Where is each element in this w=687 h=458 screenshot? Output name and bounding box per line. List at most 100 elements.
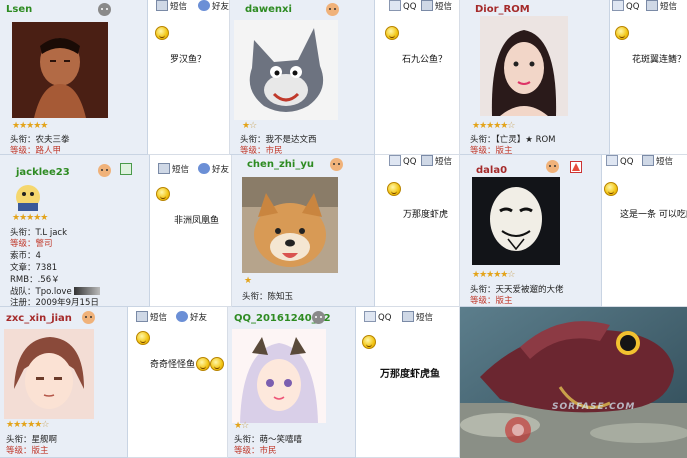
title-label: 头衔： [10, 228, 36, 238]
post-message: 这是一条 可以吃的 [620, 210, 687, 220]
posts-label: 文章： [10, 263, 36, 273]
sms-icon [642, 155, 654, 166]
sms-button[interactable]: 短信 [642, 155, 673, 171]
sms-icon [402, 311, 414, 322]
level-value: 版主 [31, 446, 49, 456]
username[interactable]: dala0 [476, 165, 507, 176]
rank-stars: ★☆ [242, 121, 257, 131]
rank-stars: ★★★★★☆ [472, 270, 515, 280]
smile-icon [615, 26, 629, 40]
team-value[interactable]: Tpo.love [36, 287, 72, 297]
avatar[interactable] [12, 183, 44, 213]
qq-button[interactable]: QQ [389, 155, 416, 171]
title-value: 【亡灵】★ ROM [495, 135, 556, 145]
title-value: 星舰啊 [31, 435, 58, 445]
rank-stars: ★☆ [234, 421, 249, 431]
level-label: 等级： [6, 446, 32, 456]
avatar[interactable] [234, 20, 338, 120]
user-card-dala0: dala0 ★★★★★☆ 头衔：天天爱被遛的大佬 等级：版主 [460, 155, 602, 307]
title-value: 陈知玉 [267, 292, 294, 302]
sms-icon [158, 163, 170, 174]
avatar[interactable] [12, 22, 108, 118]
level-value: 警司 [35, 239, 53, 249]
sms-icon [136, 311, 148, 322]
level-label: 等级： [470, 296, 496, 306]
level-value: 版主 [495, 146, 513, 155]
title-label: 头衔： [234, 435, 260, 445]
gender-icon [80, 310, 97, 325]
coins-label: 索币： [10, 251, 36, 261]
level-value: 路人甲 [35, 146, 62, 155]
post-jacklee23: 短信 好友 非洲凤凰鱼 [150, 155, 232, 307]
smile-icon [156, 187, 170, 201]
username[interactable]: dawenxi [245, 4, 292, 15]
coins-value: 4 [35, 251, 41, 261]
smile-icon [604, 182, 618, 196]
qq-icon [606, 155, 618, 166]
avatar[interactable] [4, 329, 94, 419]
sms-button[interactable]: 短信 [421, 155, 452, 171]
online-icon [120, 163, 132, 175]
avatar[interactable] [232, 329, 326, 423]
title-value: 天天爱被遛的大佬 [495, 285, 564, 295]
qq-icon [389, 0, 401, 11]
post-lsen: 短信 好友 罗汉鱼？ [148, 0, 230, 155]
post-message: 万那度虾虎 [403, 210, 449, 220]
title-value: 萌～笑嘻嘻 [259, 435, 303, 445]
posts-value: 7381 [35, 263, 58, 273]
avatar[interactable] [242, 177, 338, 273]
rank-stars: ★★★★★ [12, 213, 48, 223]
level-label: 等级： [240, 146, 266, 155]
warning-icon [570, 161, 582, 173]
qq-button[interactable]: QQ [612, 0, 639, 16]
sms-button[interactable]: 短信 [646, 0, 677, 16]
fish-photo[interactable]: SORFASE.COM [460, 307, 687, 458]
user-card-chen-zhi-yu: chen_zhi_yu ★ 头衔：陈知玉 [232, 155, 375, 307]
username[interactable]: zxc_xin_jian [6, 313, 72, 324]
user-card-qq-user: QQ_20161240_72 ★☆ 头衔：萌～笑嘻嘻 等级：市民 [228, 307, 356, 458]
smile-icon [387, 182, 401, 196]
smile-icon [136, 331, 150, 345]
gender-icon [544, 159, 561, 174]
level-label: 等级： [234, 446, 260, 456]
rmb-value: .56￥ [37, 275, 60, 285]
team-badge-icon [73, 287, 100, 295]
post-message: 罗汉鱼？ [170, 55, 207, 65]
avatar[interactable] [480, 16, 568, 116]
rank-stars: ★★★★★☆ [6, 420, 49, 430]
friend-button[interactable]: 好友 [198, 0, 229, 16]
post-dawenxi: QQ 短信 石九公鱼？ [375, 0, 460, 155]
avatar[interactable] [472, 177, 560, 265]
post-message: 石九公鱼？ [402, 55, 448, 65]
rmb-label: RMB： [10, 275, 38, 285]
post-zxc-xin-jian: 短信 好友 奇奇怪怪鱼 [128, 307, 228, 458]
username[interactable]: chen_zhi_yu [247, 159, 314, 170]
post-message: 奇奇怪怪鱼 [150, 360, 196, 370]
username[interactable]: jacklee23 [16, 167, 70, 178]
team-label: 战队： [10, 287, 36, 297]
sms-button[interactable]: 短信 [158, 163, 189, 179]
level-value: 市民 [259, 446, 277, 456]
gender-icon [324, 2, 341, 17]
qq-icon [612, 0, 624, 11]
username[interactable]: Dior_ROM [475, 4, 530, 15]
sms-button[interactable]: 短信 [421, 0, 452, 16]
qq-button[interactable]: QQ [364, 311, 391, 327]
sms-button[interactable]: 短信 [156, 0, 187, 16]
title-value: T.L jack [35, 228, 68, 238]
user-card-lsen: Lsen ★★★★★ 头衔：农夫三拳 等级：路人甲 [0, 0, 148, 155]
qq-icon [389, 155, 401, 166]
qq-button[interactable]: QQ [606, 155, 633, 171]
username[interactable]: Lsen [6, 4, 32, 15]
friend-icon [176, 311, 188, 322]
smile-icon [385, 26, 399, 40]
qq-button[interactable]: QQ [389, 0, 416, 16]
sms-icon [421, 0, 433, 11]
sms-button[interactable]: 短信 [136, 311, 167, 327]
level-label: 等级： [10, 239, 36, 249]
sms-button[interactable]: 短信 [402, 311, 433, 327]
qq-icon [364, 311, 376, 322]
friend-button[interactable]: 好友 [198, 163, 229, 179]
level-value: 版主 [495, 296, 513, 306]
friend-button[interactable]: 好友 [176, 311, 207, 327]
